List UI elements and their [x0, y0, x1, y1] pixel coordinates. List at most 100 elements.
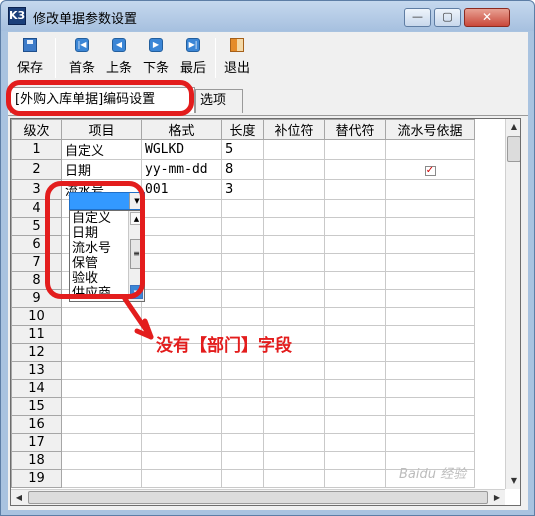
close-button[interactable]: ✕: [464, 8, 510, 27]
exit-button[interactable]: 退出: [219, 36, 255, 78]
next-record-button[interactable]: ▶ 下条: [138, 36, 174, 78]
format-cell[interactable]: [141, 271, 222, 290]
previous-record-button[interactable]: ◀ 上条: [101, 36, 137, 78]
length-cell[interactable]: [221, 307, 264, 326]
minimize-button[interactable]: —: [404, 8, 431, 27]
pad-char-cell[interactable]: [263, 361, 325, 380]
first-record-button[interactable]: |◀ 首条: [64, 36, 100, 78]
replace-char-cell[interactable]: [324, 343, 386, 362]
table-row[interactable]: 16: [11, 415, 475, 434]
maximize-button[interactable]: ▢: [434, 8, 461, 27]
length-cell[interactable]: [221, 397, 264, 416]
item-cell[interactable]: [61, 469, 142, 488]
format-cell[interactable]: WGLKD: [141, 139, 222, 160]
replace-char-cell[interactable]: [324, 361, 386, 380]
replace-char-cell[interactable]: [324, 289, 386, 308]
serial-basis-cell[interactable]: [385, 397, 475, 416]
format-cell[interactable]: [141, 235, 222, 254]
pad-char-cell[interactable]: [263, 139, 325, 160]
horizontal-scrollbar[interactable]: ◀ ▶: [11, 489, 505, 505]
replace-char-cell[interactable]: [324, 469, 386, 488]
scroll-up-icon[interactable]: ▲: [506, 119, 520, 135]
pad-char-cell[interactable]: [263, 159, 325, 180]
format-cell[interactable]: [141, 253, 222, 272]
checkbox-checked-icon[interactable]: ✓: [424, 166, 436, 176]
serial-basis-cell[interactable]: [385, 433, 475, 452]
length-cell[interactable]: [221, 217, 264, 236]
serial-basis-cell[interactable]: [385, 235, 475, 254]
table-row[interactable]: 15: [11, 397, 475, 416]
length-cell[interactable]: [221, 451, 264, 470]
title-bar[interactable]: K3 修改单据参数设置 — ▢ ✕: [1, 1, 534, 31]
scroll-thumb[interactable]: [28, 491, 488, 504]
format-cell[interactable]: [141, 415, 222, 434]
serial-basis-cell[interactable]: [385, 307, 475, 326]
serial-basis-cell[interactable]: [385, 179, 475, 200]
table-row[interactable]: 13: [11, 361, 475, 380]
table-row[interactable]: 1 自定义 WGLKD 5: [11, 139, 475, 160]
pad-char-cell[interactable]: [263, 433, 325, 452]
replace-char-cell[interactable]: [324, 379, 386, 398]
replace-char-cell[interactable]: [324, 139, 386, 160]
item-cell[interactable]: [61, 451, 142, 470]
pad-char-cell[interactable]: [263, 179, 325, 200]
format-cell[interactable]: [141, 469, 222, 488]
replace-char-cell[interactable]: [324, 415, 386, 434]
pad-char-cell[interactable]: [263, 469, 325, 488]
replace-char-cell[interactable]: [324, 433, 386, 452]
format-cell[interactable]: yy-mm-dd: [141, 159, 222, 180]
table-row[interactable]: 17: [11, 433, 475, 452]
item-cell[interactable]: [61, 397, 142, 416]
format-cell[interactable]: [141, 451, 222, 470]
item-cell[interactable]: [61, 379, 142, 398]
format-cell[interactable]: [141, 397, 222, 416]
pad-char-cell[interactable]: [263, 199, 325, 218]
serial-basis-cell[interactable]: [385, 415, 475, 434]
item-cell[interactable]: [61, 361, 142, 380]
column-header-level[interactable]: 级次: [11, 119, 62, 140]
replace-char-cell[interactable]: [324, 397, 386, 416]
table-row[interactable]: 2 日期 yy-mm-dd 8 ✓: [11, 159, 475, 180]
pad-char-cell[interactable]: [263, 415, 325, 434]
format-cell[interactable]: [141, 379, 222, 398]
length-cell[interactable]: [221, 253, 264, 272]
replace-char-cell[interactable]: [324, 235, 386, 254]
serial-basis-cell[interactable]: [385, 361, 475, 380]
format-cell[interactable]: 001: [141, 179, 222, 200]
pad-char-cell[interactable]: [263, 307, 325, 326]
length-cell[interactable]: [221, 199, 264, 218]
length-cell[interactable]: 3: [221, 179, 264, 200]
length-cell[interactable]: [221, 433, 264, 452]
pad-char-cell[interactable]: [263, 235, 325, 254]
column-header-item[interactable]: 项目: [61, 119, 142, 140]
format-cell[interactable]: [141, 217, 222, 236]
length-cell[interactable]: [221, 289, 264, 308]
length-cell[interactable]: [221, 415, 264, 434]
pad-char-cell[interactable]: [263, 379, 325, 398]
replace-char-cell[interactable]: [324, 179, 386, 200]
replace-char-cell[interactable]: [324, 451, 386, 470]
serial-basis-cell[interactable]: [385, 139, 475, 160]
scroll-left-icon[interactable]: ◀: [11, 490, 27, 505]
save-button[interactable]: 保存: [12, 36, 48, 78]
vertical-scrollbar[interactable]: ▲ ▼: [505, 119, 520, 489]
serial-basis-cell[interactable]: [385, 343, 475, 362]
length-cell[interactable]: [221, 271, 264, 290]
scroll-thumb[interactable]: [507, 136, 520, 162]
item-cell[interactable]: 自定义: [61, 139, 142, 160]
column-header-serial-basis[interactable]: 流水号依据: [385, 119, 475, 140]
pad-char-cell[interactable]: [263, 289, 325, 308]
scroll-right-icon[interactable]: ▶: [489, 490, 505, 505]
format-cell[interactable]: [141, 361, 222, 380]
serial-basis-cell[interactable]: [385, 199, 475, 218]
length-cell[interactable]: [221, 361, 264, 380]
scroll-down-icon[interactable]: ▼: [506, 473, 520, 489]
item-cell[interactable]: [61, 415, 142, 434]
serial-basis-cell[interactable]: [385, 379, 475, 398]
table-row[interactable]: 14: [11, 379, 475, 398]
pad-char-cell[interactable]: [263, 271, 325, 290]
serial-basis-cell[interactable]: [385, 325, 475, 344]
serial-basis-cell[interactable]: [385, 253, 475, 272]
column-header-replace-char[interactable]: 替代符: [324, 119, 386, 140]
last-record-button[interactable]: ▶| 最后: [175, 36, 211, 78]
